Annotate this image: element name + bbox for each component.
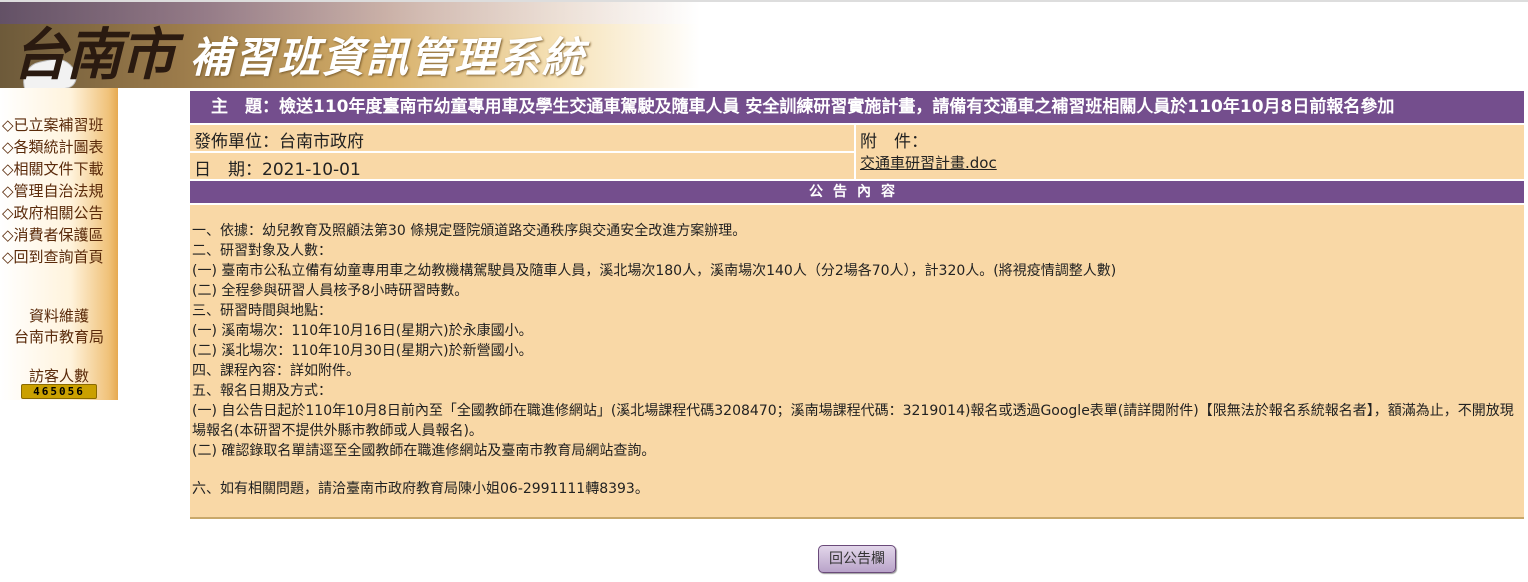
content-line: 二、研習對象及人數：	[192, 243, 332, 259]
content-line: 三、研習時間與地點：	[192, 303, 332, 319]
sidebar-item-registered-classes[interactable]: ◇已立案補習班	[2, 114, 104, 136]
notice-subject: 主 題：檢送110年度臺南市幼童專用車及學生交通車駕駛及隨車人員 安全訓練研習實…	[190, 91, 1524, 123]
city-logo-text: 台南市	[12, 22, 176, 88]
back-to-notices-button[interactable]: 回公告欄	[818, 545, 896, 573]
sidebar-menu: ◇已立案補習班 ◇各類統計圖表 ◇相關文件下載 ◇管理自治法規 ◇政府相關公告 …	[2, 114, 104, 268]
contact-line: 六、如有相關問題，請洽臺南市政府教育局陳小姐06-2991111轉8393。	[192, 481, 649, 497]
notice-panel: 主 題：檢送110年度臺南市幼童專用車及學生交通車駕駛及隨車人員 安全訓練研習實…	[190, 91, 1524, 519]
content-line: (一) 臺南市公私立備有幼童專用車之幼教機構駕駛員及隨車人員，溪北場次180人，…	[192, 263, 1117, 279]
notice-info: 發佈單位：台南市政府 日 期：2021-10-01 附 件： 交通車研習計畫.d…	[190, 125, 1524, 180]
content-line: (二) 溪北場次：110年10月30日(星期六)於新營國小。	[192, 343, 533, 359]
content-line: (二) 確認錄取名單請逕至全國教師在職進修網站及臺南市教育局網站查詢。	[192, 443, 656, 459]
sidebar-item-regulations[interactable]: ◇管理自治法規	[2, 180, 104, 202]
sidebar-item-consumer-protection[interactable]: ◇消費者保護區	[2, 224, 104, 246]
attachment-label: 附 件：	[860, 132, 928, 152]
content-line: 四、課程內容：詳如附件。	[192, 363, 360, 379]
content-line: (一) 溪南場次：110年10月16日(星期六)於永康國小。	[192, 323, 533, 339]
sidebar-item-document-download[interactable]: ◇相關文件下載	[2, 158, 104, 180]
sidebar: ◇已立案補習班 ◇各類統計圖表 ◇相關文件下載 ◇管理自治法規 ◇政府相關公告 …	[0, 88, 118, 400]
sidebar-item-query-home[interactable]: ◇回到查詢首頁	[2, 246, 104, 268]
publish-date: 日 期：2021-10-01	[190, 153, 854, 180]
attachment-cell: 附 件： 交通車研習計畫.doc	[856, 125, 1524, 179]
sidebar-item-government-notices[interactable]: ◇政府相關公告	[2, 202, 104, 224]
system-title: 補習班資訊管理系統	[190, 33, 587, 82]
attachment-link[interactable]: 交通車研習計畫.doc	[860, 154, 997, 172]
visitor-label: 訪客人數	[28, 367, 89, 385]
notice-content: 一、依據：幼兒教育及照顧法第30 條規定暨院頒道路交通秩序與交通安全改進方案辦理…	[190, 205, 1524, 519]
visitor-counter: 465056	[21, 384, 97, 399]
content-line: 五、報名日期及方式：	[192, 383, 332, 399]
publishing-unit: 發佈單位：台南市政府	[190, 125, 854, 152]
maintenance-org: 台南市教育局	[13, 328, 104, 346]
content-line: 一、依據：幼兒教育及照顧法第30 條規定暨院頒道路交通秩序與交通安全改進方案辦理…	[192, 223, 747, 239]
maintenance-title: 資料維護	[28, 307, 89, 325]
content-line: (一) 自公告日起於110年10月8日前內至「全國教師在職進修網站」(溪北場課程…	[192, 403, 1514, 439]
sidebar-item-statistics-charts[interactable]: ◇各類統計圖表	[2, 136, 104, 158]
content-line: (二) 全程參與研習人員核予8小時研習時數。	[192, 283, 469, 299]
content-header: 公告內容	[190, 181, 1524, 203]
site-header: 台南市 補習班資訊管理系統	[0, 2, 700, 98]
